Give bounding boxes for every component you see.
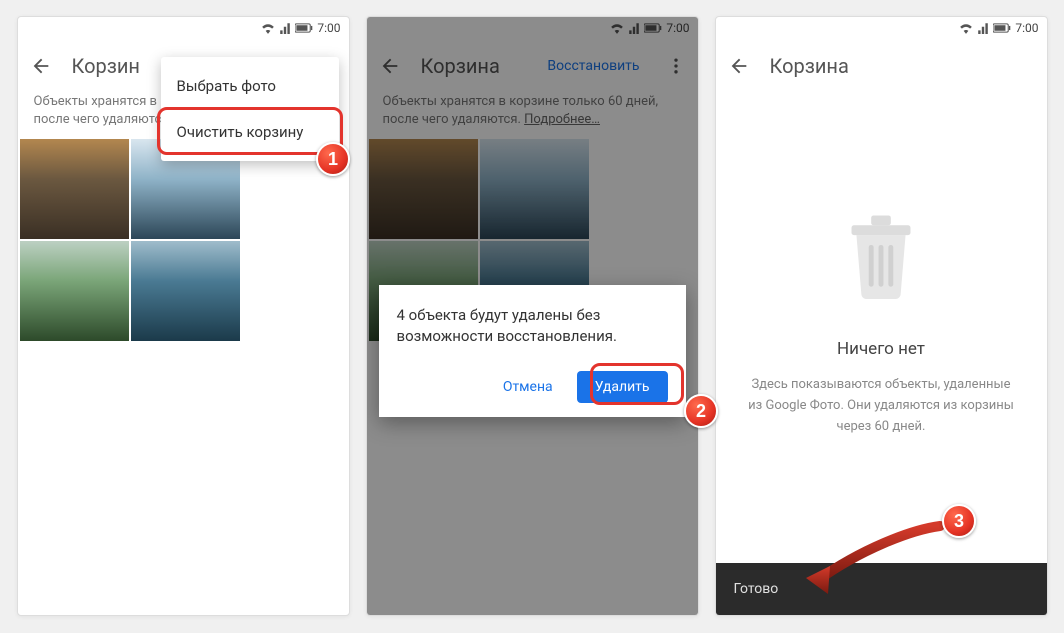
photo-thumbnail[interactable]	[20, 139, 129, 239]
wifi-icon	[959, 22, 973, 34]
step-badge-2: 2	[684, 394, 718, 428]
cancel-button[interactable]: Отмена	[493, 371, 563, 403]
photo-thumbnail[interactable]	[20, 241, 129, 341]
battery-icon	[295, 23, 313, 33]
delete-button[interactable]: Удалить	[577, 371, 668, 403]
status-bar: 7:00	[18, 17, 349, 39]
step-badge-3: 3	[942, 504, 976, 538]
back-arrow-icon[interactable]	[30, 55, 52, 77]
dialog-actions: Отмена Удалить	[397, 371, 668, 403]
page-title: Корзина	[770, 54, 1035, 78]
wifi-icon	[261, 22, 275, 34]
app-toolbar: Корзина	[716, 39, 1047, 93]
annotation-arrow	[800, 520, 950, 600]
battery-icon	[993, 23, 1011, 33]
status-time: 7:00	[1015, 21, 1038, 35]
phone-screen-2: 7:00 Корзина Восстановить Объекты хранят…	[366, 16, 699, 616]
confirm-dialog: 4 объекта будут удалены без возможности …	[379, 285, 686, 417]
photo-thumbnail[interactable]	[131, 241, 240, 341]
signal-icon	[977, 22, 989, 34]
status-bar: 7:00	[716, 17, 1047, 39]
photo-grid	[18, 139, 349, 341]
step-badge-1: 1	[316, 142, 350, 176]
empty-title: Ничего нет	[837, 339, 925, 359]
dialog-message: 4 объекта будут удалены без возможности …	[397, 305, 668, 347]
status-time: 7:00	[317, 21, 340, 35]
overflow-menu: Выбрать фото Очистить корзину	[161, 57, 339, 161]
menu-empty-trash[interactable]: Очистить корзину	[161, 109, 339, 155]
back-arrow-icon[interactable]	[728, 55, 750, 77]
menu-select-photo[interactable]: Выбрать фото	[161, 63, 339, 109]
phone-screen-1: 7:00 Корзин Объекты хранятся в корзине т…	[17, 16, 350, 616]
empty-description: Здесь показываются объекты, удаленные из…	[716, 375, 1047, 437]
done-label: Готово	[734, 581, 779, 597]
trash-empty-icon	[843, 213, 919, 299]
signal-icon	[279, 22, 291, 34]
